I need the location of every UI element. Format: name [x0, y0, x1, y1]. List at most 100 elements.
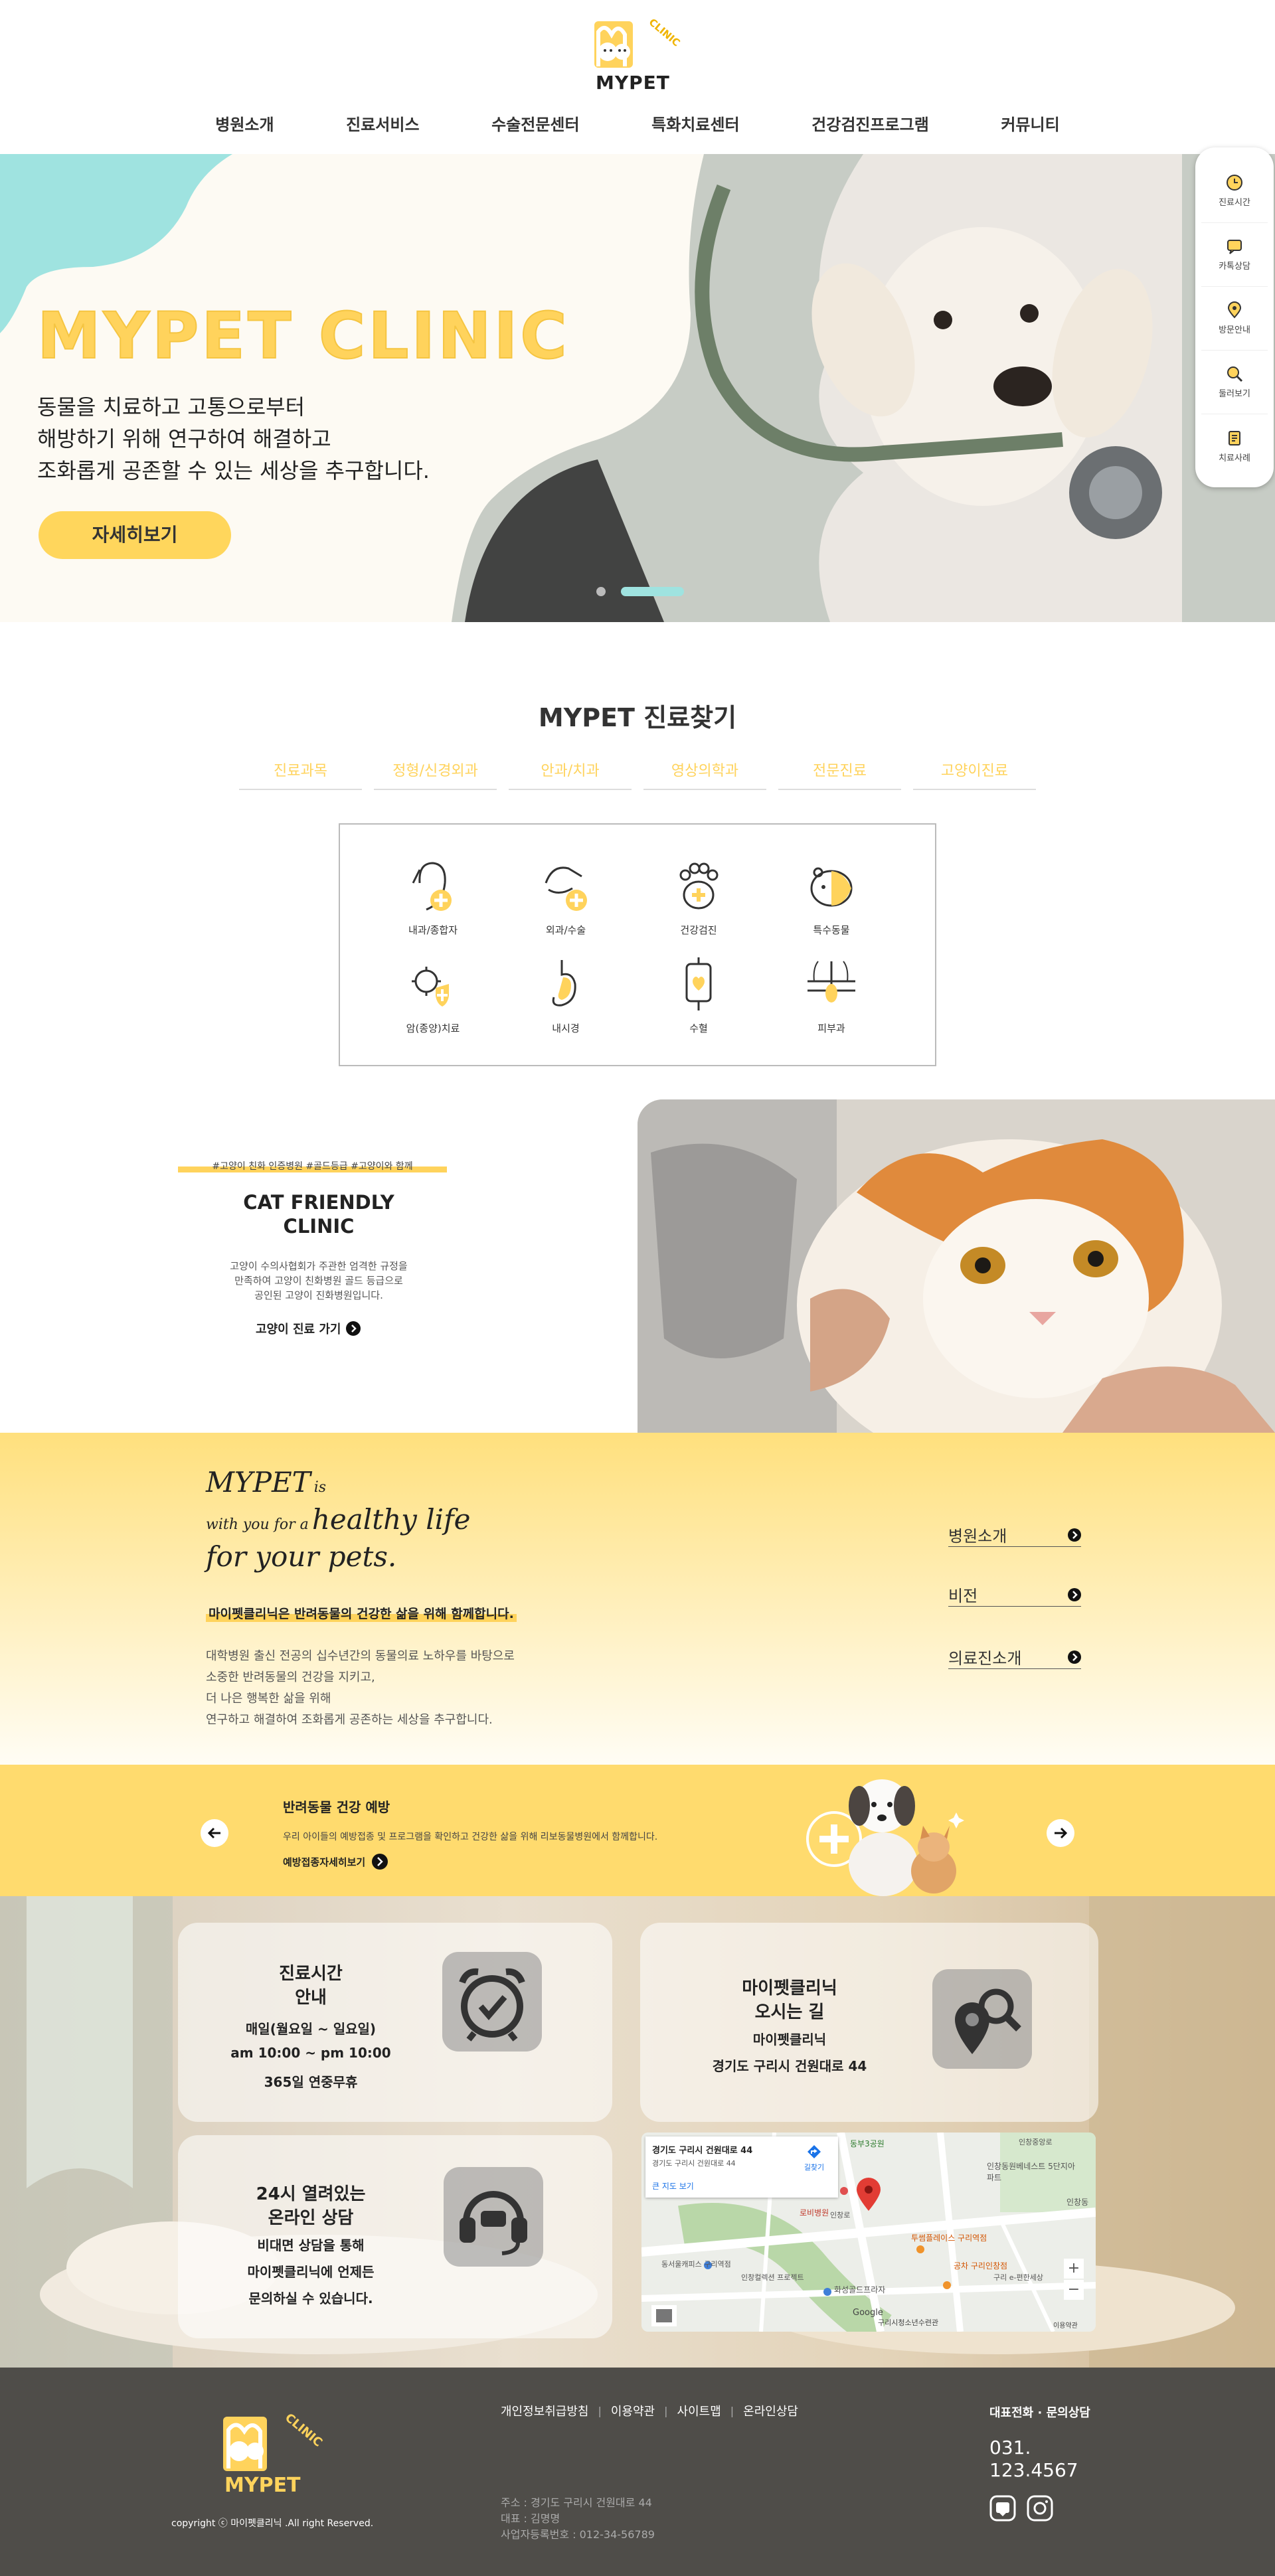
tab-specialty[interactable]: 전문진료 [778, 756, 901, 790]
nav-surgery[interactable]: 수술전문센터 [491, 112, 579, 138]
quick-item-hours[interactable]: 진료시간 [1201, 159, 1268, 223]
chat-icon [1227, 240, 1242, 254]
prevention-desc: 우리 아이들의 예방접종 및 프로그램을 확인하고 건강한 삶을 위해 리보동물… [283, 1832, 658, 1842]
tab-orthopedics[interactable]: 정형/신경외과 [374, 756, 497, 790]
footer-link-sitemap[interactable]: 사이트맵 [677, 2402, 721, 2419]
map-directions-button[interactable]: 길찾기 [796, 2144, 833, 2172]
hero-line-3: 조화롭게 공존할 수 있는 세상을 추구합니다. [37, 458, 430, 483]
service-label: 내시경 [552, 1022, 580, 1034]
footer-logo-text: MYPET [224, 2474, 301, 2497]
nav-services[interactable]: 진료서비스 [346, 112, 419, 138]
quick-label: 방문안내 [1219, 325, 1250, 335]
nav-community[interactable]: 커뮤니티 [1001, 112, 1059, 138]
map-label: 인창동 [1066, 2198, 1089, 2207]
cat-desc-1: 고양이 수의사협회가 주관한 엄격한 규정을 [230, 1260, 408, 1272]
about-desc-3: 더 나은 행복한 삶을 위해 [206, 1692, 331, 1706]
map-widget[interactable]: 경기도 구리시 건원대로 44 경기도 구리시 건원대로 44 큰 지도 보기 … [641, 2133, 1096, 2332]
note-icon [1229, 430, 1240, 445]
hero-line-1: 동물을 치료하고 고통으로부터 [37, 394, 305, 420]
service-grid: 내과/종합자 외과/수술 건강검진 특수동물 암(종양)치료 내시경 수혈 피부… [339, 823, 936, 1066]
service-tabs: 진료과목 정형/신경외과 안과/치과 영상의학과 전문진료 고양이진료 [239, 756, 1036, 790]
about-is: is [313, 1479, 327, 1496]
nav-special[interactable]: 특화치료센터 [651, 112, 739, 138]
hours-line-2: am 10:00 ~ pm 10:00 [230, 2045, 391, 2061]
arrow-left-icon [207, 1827, 220, 1839]
service-oncology[interactable]: 암(종양)치료 [373, 955, 493, 1035]
map-zoom-out[interactable]: − [1064, 2280, 1084, 2300]
logo[interactable]: CLINIC MYPET [593, 16, 683, 94]
about-line3: for your pets. [206, 1540, 397, 1573]
map-label: 인창로 [830, 2211, 851, 2219]
service-dermatology[interactable]: 피부과 [772, 955, 891, 1035]
footer-link-privacy[interactable]: 개인정보취급방침 [501, 2402, 588, 2419]
cat-link[interactable]: 고양이 진료 가기 [256, 1320, 361, 1337]
hero-line-2: 해방하기 위해 연구하여 해결하고 [37, 426, 331, 451]
quick-item-cases[interactable]: 치료사례 [1201, 414, 1268, 478]
quick-item-kakao[interactable]: 카톡상담 [1201, 223, 1268, 287]
quick-menu: 진료시간 카톡상담 방문안내 둘러보기 치료사례 [1195, 147, 1274, 487]
map-label: 인창동원베네스트 5단지아파트 [987, 2162, 1075, 2182]
map-label[interactable]: 이용약관 [1053, 2320, 1078, 2330]
consult-card[interactable]: 24시 열려있는 온라인 상담 비대면 상담을 통해 마이펫클리닉에 언제든 문… [178, 2135, 612, 2338]
phone-line-2: 123.4567 [989, 2459, 1078, 2481]
service-checkup[interactable]: 건강검진 [639, 856, 758, 937]
service-label: 수혈 [689, 1022, 708, 1034]
blog-icon[interactable] [989, 2495, 1016, 2522]
prevention-link[interactable]: 예방접종자세히보기 [283, 1854, 388, 1870]
next-arrow-button[interactable] [1047, 1819, 1074, 1847]
map-bigger-link[interactable]: 큰 지도 보기 [652, 2180, 694, 2192]
consult-title-2: 온라인 상담 [268, 2208, 354, 2228]
map-label: 공차 구리인창점 [954, 2261, 1008, 2271]
map-directions-label: 길찾기 [804, 2163, 825, 2172]
consult-line-3: 문의하실 수 있습니다. [248, 2291, 373, 2306]
map-zoom-in[interactable]: + [1064, 2259, 1084, 2279]
map-info-panel: 경기도 구리시 건원대로 44 경기도 구리시 건원대로 44 큰 지도 보기 … [645, 2136, 838, 2198]
tab-cat[interactable]: 고양이진료 [913, 756, 1036, 790]
about-link-doctors[interactable]: 의료진소개 [948, 1645, 1081, 1669]
about-brand: MYPET [206, 1466, 311, 1498]
footer-address: 주소 : 경기도 구리시 건원대로 44 [501, 2496, 652, 2509]
tab-eye-dental[interactable]: 안과/치과 [509, 756, 632, 790]
consult-line-2: 마이펫클리닉에 언제든 [247, 2264, 375, 2280]
main-nav: 병원소개 진료서비스 수술전문센터 특화치료센터 건강검진프로그램 커뮤니티 [179, 112, 1096, 138]
tab-departments[interactable]: 진료과목 [239, 756, 362, 790]
arrow-right-icon [1055, 1827, 1068, 1839]
quick-item-tour[interactable]: 둘러보기 [1201, 351, 1268, 414]
service-label: 특수동물 [813, 924, 850, 936]
about-link-intro[interactable]: 병원소개 [948, 1523, 1081, 1547]
nav-about[interactable]: 병원소개 [215, 112, 274, 138]
service-endoscopy[interactable]: 내시경 [506, 955, 626, 1035]
service-surgery[interactable]: 외과/수술 [506, 856, 626, 937]
arrow-right-icon [1068, 1650, 1081, 1664]
about-desc-2: 소중한 반려동물의 건강을 지키고, [206, 1670, 375, 1684]
footer-link-consult[interactable]: 온라인상담 [743, 2402, 798, 2419]
footer-link-terms[interactable]: 이용약관 [611, 2402, 655, 2419]
footer-biz: 사업자등록번호 : 012-34-56789 [501, 2528, 655, 2541]
service-exotic[interactable]: 특수동물 [772, 856, 891, 937]
quick-item-visit[interactable]: 방문안내 [1201, 287, 1268, 351]
service-transfusion[interactable]: 수혈 [639, 955, 758, 1035]
quick-label: 진료시간 [1219, 198, 1250, 208]
map-label: 화성골드프라자 [834, 2285, 886, 2294]
about-link-vision[interactable]: 비전 [948, 1583, 1081, 1607]
info-section: 진료시간 안내 매일(월요일 ~ 일요일) am 10:00 ~ pm 10:0… [0, 1896, 1275, 2368]
about-section: MYPET is with you for a healthy life for… [0, 1433, 1275, 1765]
alarm-clock-icon [442, 1952, 542, 2052]
instagram-icon[interactable] [1027, 2495, 1053, 2522]
map-label: 구리 e-편한세상 [993, 2273, 1043, 2282]
directions-icon [808, 2145, 821, 2158]
quick-label: 카톡상담 [1219, 262, 1250, 272]
find-section-title: MYPET 진료찾기 [538, 703, 737, 732]
map-search-icon [932, 1969, 1032, 2069]
prevention-banner: 반려동물 건강 예방 우리 아이들의 예방접종 및 프로그램을 확인하고 건강한… [0, 1765, 1275, 1896]
footer-logo[interactable]: CLINIC MYPET [219, 2411, 325, 2497]
footer-ceo: 대표 : 김명명 [501, 2512, 560, 2525]
directions-card[interactable]: 마이펫클리닉 오시는 길 마이펫클리닉 경기도 구리시 건원대로 44 [640, 1923, 1098, 2122]
tab-radiology[interactable]: 영상의학과 [643, 756, 766, 790]
service-internal[interactable]: 내과/종합자 [373, 856, 493, 937]
nav-checkup[interactable]: 건강검진프로그램 [811, 112, 929, 138]
prev-arrow-button[interactable] [201, 1819, 228, 1847]
arrow-right-icon [1068, 1528, 1081, 1542]
hero-more-button[interactable]: 자세히보기 [39, 511, 231, 559]
quick-label: 둘러보기 [1219, 389, 1250, 399]
